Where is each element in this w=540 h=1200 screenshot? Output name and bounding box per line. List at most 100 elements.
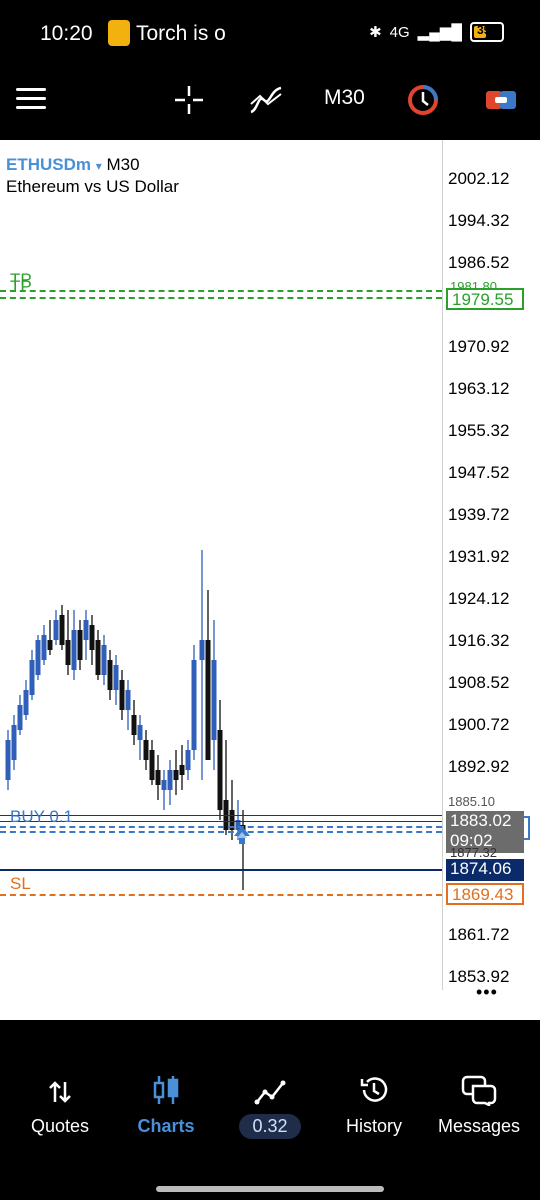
sl-line[interactable] [0,894,442,896]
candle-body [185,750,191,770]
candle-body [155,770,161,785]
candle-body [205,640,211,760]
candle-body [83,620,89,640]
buy-label: BUY 0.1 [10,807,74,826]
candle-body [149,750,155,780]
candle-body [211,660,217,740]
candle-body [217,730,223,810]
indicators-icon[interactable] [248,82,284,118]
price-label: 1908.52 [448,673,510,692]
price-label: 1939.72 [448,505,510,524]
sl-label: SL [10,874,31,893]
price-label: 1947.52 [448,463,510,482]
sl-price-box: 1869.43 [446,883,524,905]
candle-body [191,660,197,750]
price-label: 1994.32 [448,211,510,230]
clock-icon[interactable] [405,82,441,118]
time-label: l 03:30 [2,1022,54,1041]
time-label: 30 Jul 06:30 [331,1022,424,1041]
candle-body [107,660,113,690]
nav-label: Messages [437,1116,521,1136]
nav-label: History [345,1116,402,1136]
candle-body [167,770,173,790]
candle-body [5,740,11,780]
history-icon [360,1077,388,1102]
price-label: 1963.12 [448,379,510,398]
trade-icon[interactable] [483,82,519,118]
candle-body [179,765,185,775]
battery-level: 39 [477,23,491,37]
crosshair-icon[interactable] [171,82,207,118]
candle-body [11,725,17,760]
candles [5,550,246,890]
candle-body [41,635,47,660]
nav-label: Charts [137,1116,195,1136]
bid-price: 1883.02 [450,811,512,830]
candle-body [29,660,35,695]
candle-body [101,645,107,675]
ask-hidden-label: 1877.32 [450,845,497,860]
network-type: 4G [389,23,410,41]
candle-body [59,615,65,645]
quotes-icon [49,1081,71,1103]
candle-body [137,725,143,740]
candle-body [71,630,77,670]
price-label: 1955.32 [448,421,510,440]
candle-body [77,630,83,660]
nav-label: Quotes [30,1116,90,1136]
nav-trade[interactable]: 0.32 [216,1046,324,1139]
status-bar: 10:20 Torch is o ✱ 4G ▂▄▆█ 39 [0,0,540,68]
home-indicator[interactable] [156,1186,384,1192]
torch-notification-icon [108,20,130,46]
buy-line-2[interactable] [0,831,442,833]
bottom-navigation: Quotes Charts 0.32 History Messages [0,1046,540,1200]
candle-body [95,640,101,675]
price-label: 1916.32 [448,631,510,650]
chart-toolbar: M30 [0,68,540,140]
nav-charts[interactable]: Charts [112,1046,220,1137]
bluetooth-icon: ✱ [369,24,382,41]
tp-price-box: 1979.55 [446,288,524,310]
nav-quotes[interactable]: Quotes [6,1046,114,1137]
charts-icon [153,1076,179,1104]
time-label: 29 Jul 12:30 [80,1022,173,1041]
timeframe-button[interactable]: M30 [324,86,365,110]
price-chart[interactable]: ETHUSDm ▾ M30 Ethereum vs US Dollar 2002… [0,140,540,1041]
candle-body [173,770,179,780]
candle-body [143,740,149,760]
current-price-box: 1874.06 [446,859,524,881]
price-label: 1924.12 [448,589,510,608]
system-icons: ✱ 4G ▂▄▆█ 39 [369,22,504,42]
nav-messages[interactable]: Messages [424,1046,534,1137]
battery-icon: 39 [470,22,504,42]
current-price-line [0,869,442,871]
signal-icon: ▂▄▆█ [417,24,462,41]
candle-body [119,680,125,710]
status-time: 10:20 [40,22,93,45]
candle-body [89,625,95,650]
ask-partial-label: 1885.10 [448,794,495,809]
candle-body [125,690,131,710]
profit-badge: 0.32 [239,1114,301,1139]
price-label: 2002.12 [448,169,510,188]
candle-body [35,640,41,675]
nav-history[interactable]: History [320,1046,428,1137]
price-label: 1970.92 [448,337,510,356]
more-icon[interactable]: ••• [476,982,498,1003]
candle-body [53,620,59,640]
candle-body [113,665,119,690]
candle-body [131,715,137,735]
price-label: 1861.72 [448,925,510,944]
price-label: 1892.92 [448,757,510,776]
trade-icon [254,1080,286,1105]
menu-icon[interactable] [16,88,46,112]
candle-body [65,640,71,665]
buy-arrow-icon [234,826,250,844]
candle-body [199,640,205,660]
candle-body [47,640,53,650]
messages-icon [461,1075,497,1106]
candle-body [17,705,23,730]
price-label: 1986.52 [448,253,510,272]
candle-body [23,690,29,715]
price-label: 1931.92 [448,547,510,566]
